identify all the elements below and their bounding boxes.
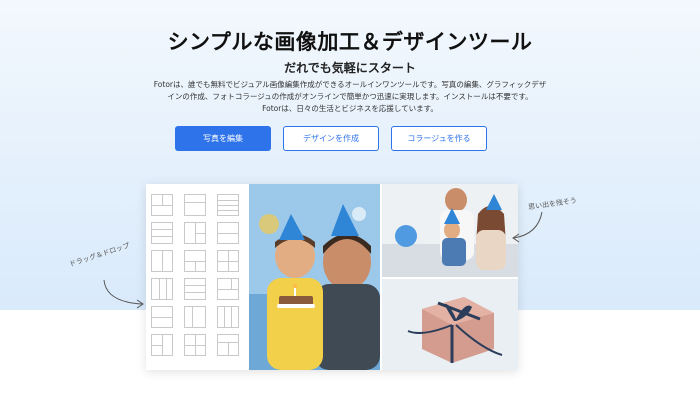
layout-template[interactable] bbox=[184, 306, 206, 328]
layout-template-panel bbox=[146, 184, 247, 370]
layout-template[interactable] bbox=[217, 278, 239, 300]
layout-template[interactable] bbox=[217, 334, 239, 356]
create-collage-button[interactable]: コラージュを作る bbox=[391, 126, 487, 151]
gift-photo bbox=[382, 279, 518, 370]
hero-subheadline: だれでも気軽にスタート bbox=[284, 61, 416, 75]
family-photo bbox=[382, 184, 518, 277]
description-line: インの作成、フォトコラージュの作成がオンラインで簡単かつ迅速に実現します。インス… bbox=[167, 92, 533, 101]
layout-template[interactable] bbox=[217, 222, 239, 244]
layout-template[interactable] bbox=[151, 306, 173, 328]
create-design-button[interactable]: デザインを作成 bbox=[283, 126, 379, 151]
hero-description: Fotorは、誰でも無料でビジュアル画像編集作成ができるオールインワンツールです… bbox=[120, 79, 580, 115]
layout-template[interactable] bbox=[184, 222, 206, 244]
description-line: Fotorは、日々の生活とビジネスを応援しています。 bbox=[262, 104, 438, 113]
curved-arrow-icon bbox=[512, 211, 543, 243]
family-illustration bbox=[382, 184, 518, 277]
description-line: Fotorは、誰でも無料でビジュアル画像編集作成ができるオールインワンツールです… bbox=[153, 80, 547, 89]
layout-template[interactable] bbox=[217, 194, 239, 216]
layout-template[interactable] bbox=[151, 278, 173, 300]
layout-template[interactable] bbox=[184, 194, 206, 216]
layout-template[interactable] bbox=[217, 250, 239, 272]
layout-template[interactable] bbox=[151, 250, 173, 272]
curved-arrow-icon bbox=[103, 279, 144, 309]
birthday-photo bbox=[249, 184, 380, 370]
layout-template[interactable] bbox=[151, 334, 173, 356]
edit-photo-button[interactable]: 写真を編集 bbox=[175, 126, 271, 151]
birthday-illustration bbox=[249, 184, 380, 370]
hero-headline: シンプルな画像加工＆デザインツール bbox=[167, 30, 533, 54]
layout-template[interactable] bbox=[217, 306, 239, 328]
layout-template[interactable] bbox=[184, 334, 206, 356]
layout-template[interactable] bbox=[151, 194, 173, 216]
layout-template[interactable] bbox=[184, 250, 206, 272]
collage-preview bbox=[146, 184, 518, 370]
layout-template[interactable] bbox=[151, 222, 173, 244]
gift-illustration bbox=[382, 279, 518, 370]
layout-template[interactable] bbox=[184, 278, 206, 300]
